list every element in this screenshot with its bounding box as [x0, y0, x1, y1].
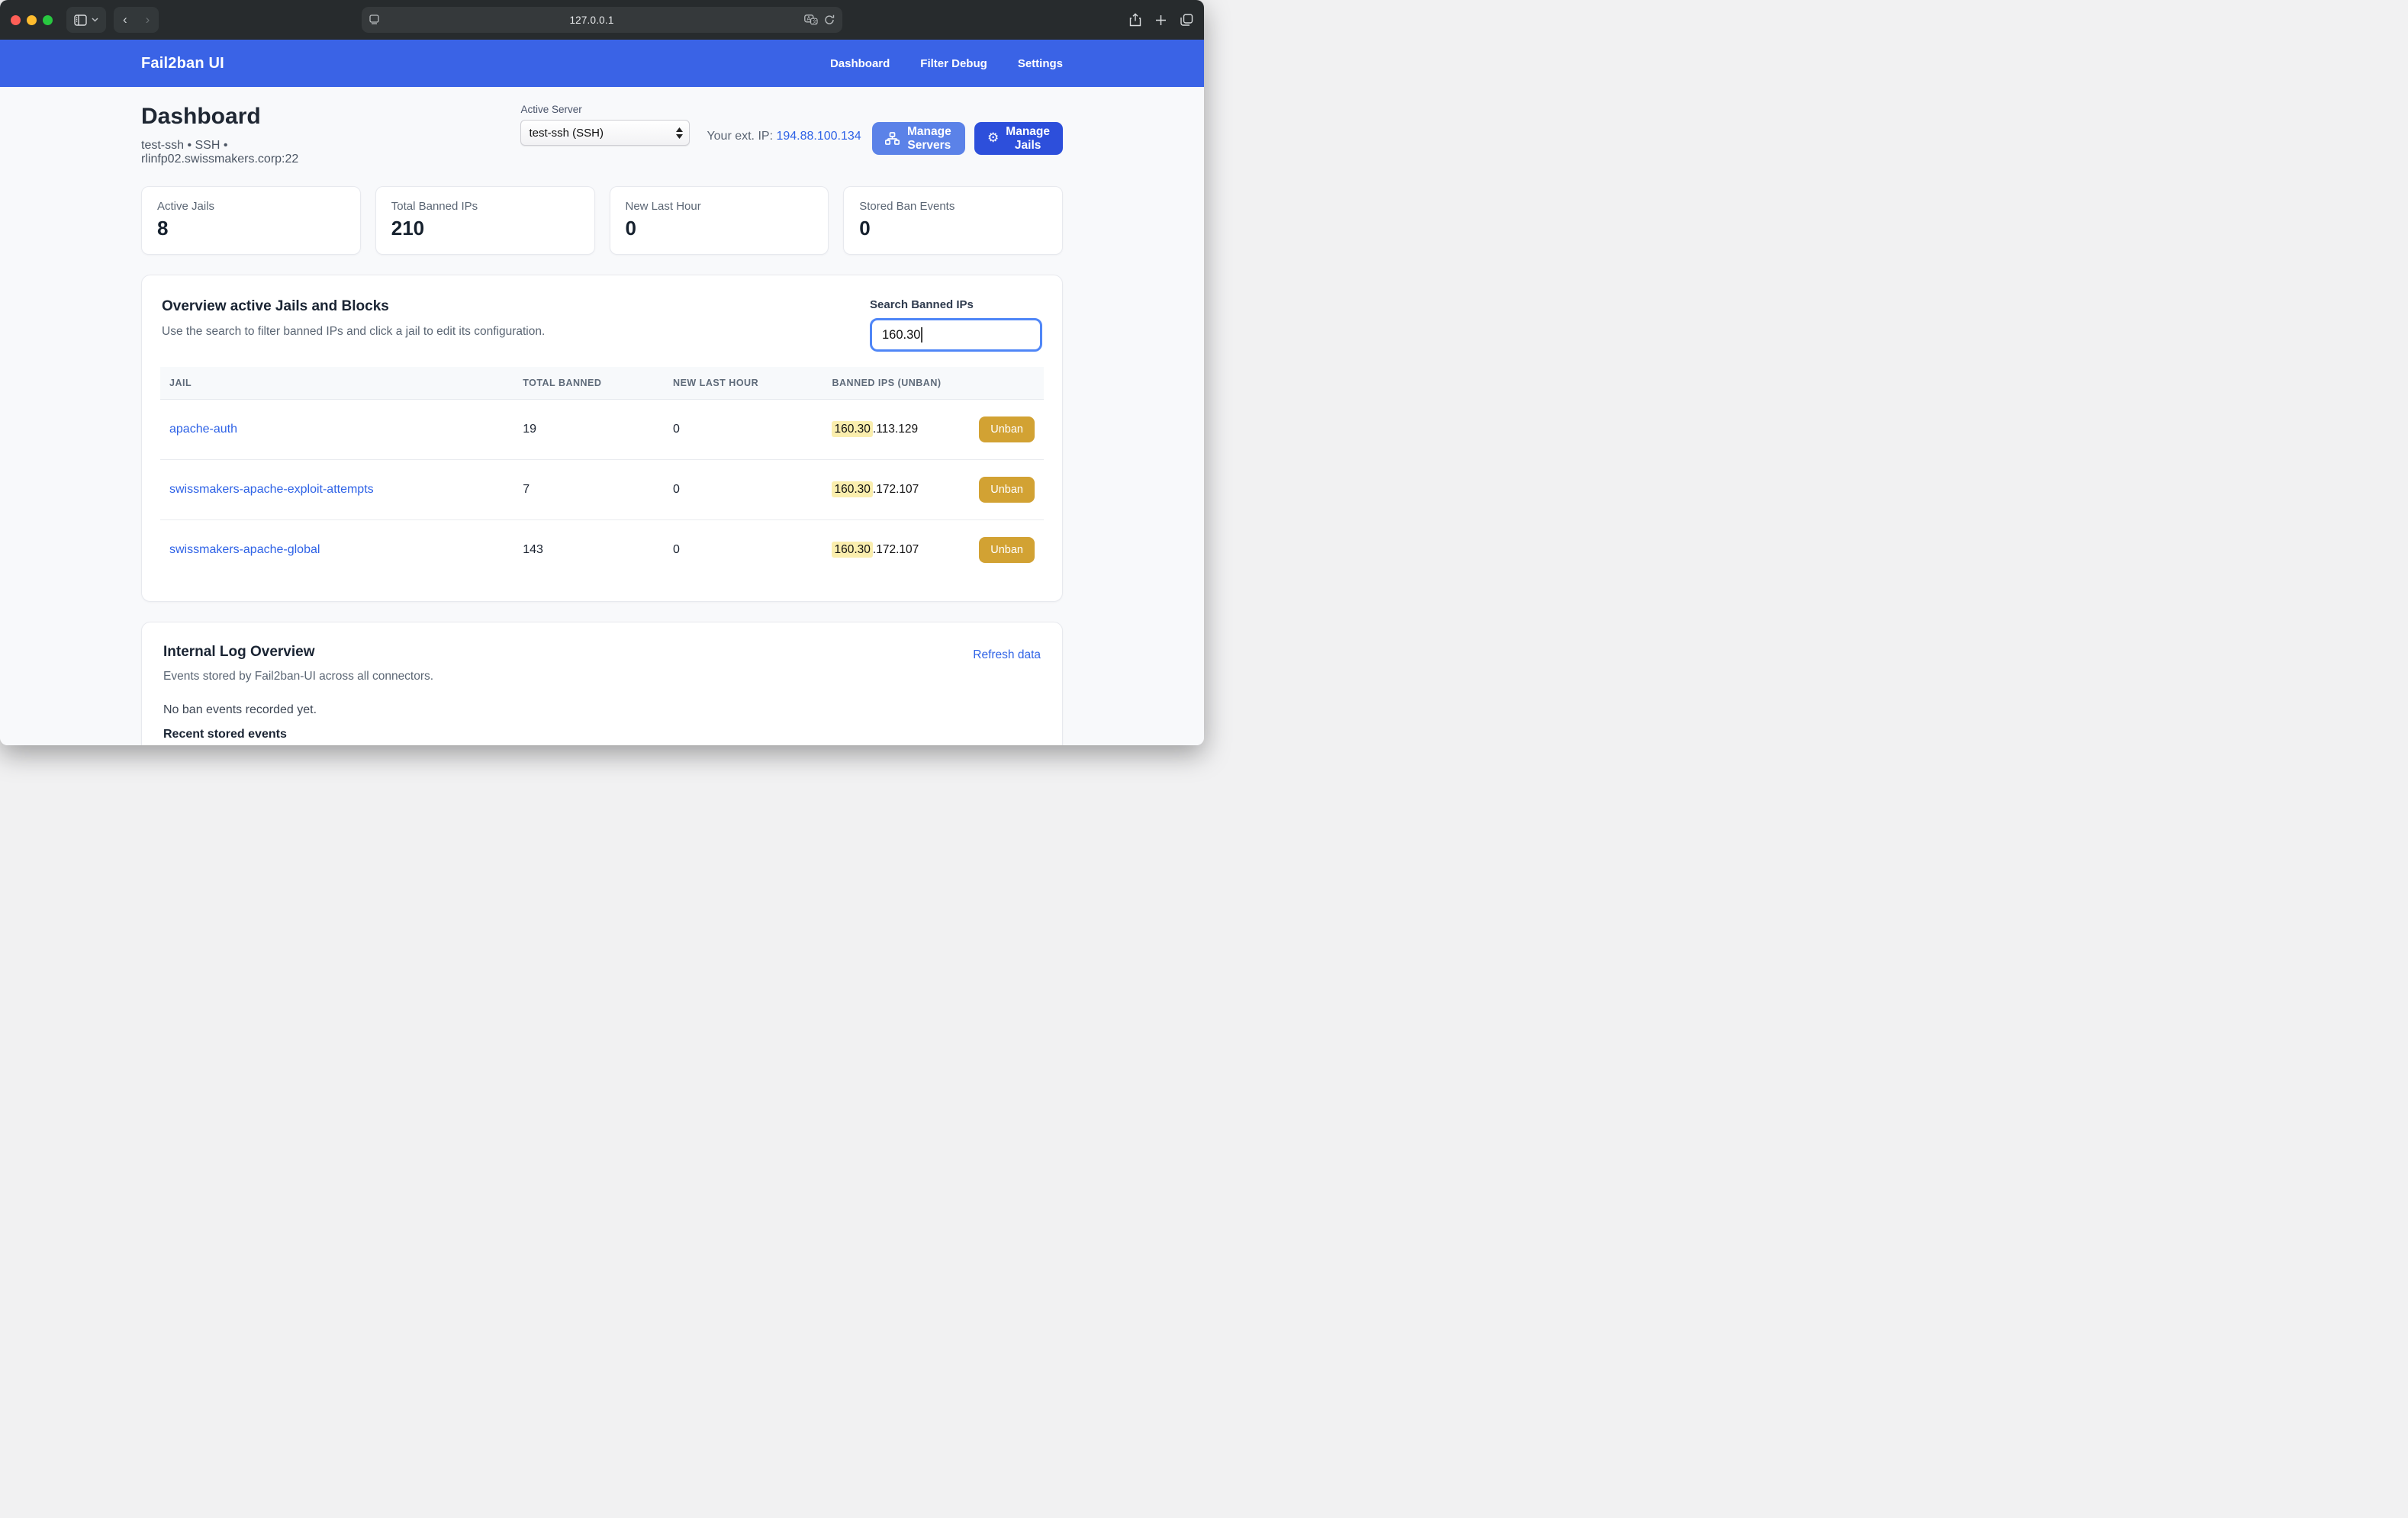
new-last-hour-cell: 0: [664, 520, 823, 581]
manage-jails-button[interactable]: ⚙ Manage Jails: [974, 122, 1063, 155]
table-row: swissmakers-apache-exploit-attempts 7 0 …: [160, 460, 1044, 520]
ip-highlight: 160.30: [832, 481, 872, 497]
recent-stored-events-title: Recent stored events: [163, 728, 1041, 741]
stat-value: 0: [626, 217, 813, 240]
address-bar[interactable]: 127.0.0.1 A 文: [362, 7, 842, 33]
search-input-value: 160.30: [882, 328, 920, 343]
browser-window: ‹ › 127.0.0.1 A 文: [0, 0, 1204, 745]
dashboard-header: Dashboard test-ssh • SSH • rlinfp02.swis…: [141, 104, 1063, 166]
share-icon[interactable]: [1129, 13, 1141, 27]
unban-button[interactable]: Unban: [979, 537, 1035, 563]
zoom-window-button[interactable]: [43, 15, 53, 25]
external-ip: Your ext. IP: 194.88.100.134: [707, 130, 861, 143]
manage-jails-label: Manage Jails: [1006, 125, 1050, 153]
page-subtitle: test-ssh • SSH • rlinfp02.swissmakers.co…: [141, 139, 319, 166]
no-ban-events-text: No ban events recorded yet.: [163, 703, 1041, 717]
log-subtitle: Events stored by Fail2ban-UI across all …: [163, 670, 433, 683]
col-header-new-last-hour: New Last Hour: [664, 367, 823, 400]
ip-highlight: 160.30: [832, 421, 872, 437]
stat-label: Stored Ban Events: [859, 200, 1047, 213]
jails-overview-panel: Overview active Jails and Blocks Use the…: [141, 275, 1063, 602]
unban-button[interactable]: Unban: [979, 416, 1035, 442]
col-header-banned-ips: Banned IPs (Unban): [823, 367, 1044, 400]
stat-value: 210: [391, 217, 579, 240]
sitemap-icon: [885, 132, 900, 145]
table-row: swissmakers-apache-global 143 0 160.30.1…: [160, 520, 1044, 581]
total-banned-cell: 143: [513, 520, 664, 581]
log-title: Internal Log Overview: [163, 644, 433, 661]
stat-value: 8: [157, 217, 345, 240]
stat-label: Active Jails: [157, 200, 345, 213]
jail-link[interactable]: swissmakers-apache-global: [169, 543, 320, 556]
back-button[interactable]: ‹: [114, 12, 137, 27]
unban-button[interactable]: Unban: [979, 477, 1035, 503]
page-title: Dashboard: [141, 104, 319, 130]
search-banned-ips-label: Search Banned IPs: [870, 298, 1042, 311]
nav-link-dashboard[interactable]: Dashboard: [830, 57, 890, 70]
stat-cards: Active Jails 8 Total Banned IPs 210 New …: [141, 186, 1063, 255]
col-header-jail: Jail: [160, 367, 513, 400]
new-last-hour-cell: 0: [664, 400, 823, 460]
table-row: apache-auth 19 0 160.30.113.129 Unban: [160, 400, 1044, 460]
ip-rest: .172.107: [873, 483, 919, 496]
stat-label: New Last Hour: [626, 200, 813, 213]
stat-card-active-jails: Active Jails 8: [141, 186, 361, 255]
forward-button[interactable]: ›: [137, 12, 159, 27]
sidebar-icon: [74, 14, 87, 26]
chevron-down-icon: [92, 18, 98, 22]
ip-highlight: 160.30: [832, 542, 872, 558]
table-header-row: Jail Total Banned New Last Hour Banned I…: [160, 367, 1044, 400]
jail-link[interactable]: swissmakers-apache-exploit-attempts: [169, 483, 374, 496]
app-navbar: Fail2ban UI Dashboard Filter Debug Setti…: [0, 40, 1204, 87]
total-banned-cell: 7: [513, 460, 664, 520]
refresh-data-link[interactable]: Refresh data: [973, 648, 1041, 662]
ip-rest: .172.107: [873, 543, 919, 556]
active-server-value: test-ssh (SSH): [529, 127, 676, 140]
stat-card-new-last-hour: New Last Hour 0: [610, 186, 829, 255]
overview-subtitle: Use the search to filter banned IPs and …: [162, 325, 545, 339]
new-last-hour-cell: 0: [664, 460, 823, 520]
manage-servers-label: Manage Servers: [906, 125, 952, 153]
total-banned-cell: 19: [513, 400, 664, 460]
jails-table: Jail Total Banned New Last Hour Banned I…: [160, 367, 1044, 580]
traffic-lights: [11, 15, 53, 25]
stat-card-total-banned: Total Banned IPs 210: [375, 186, 595, 255]
banned-ip: 160.30.172.107: [832, 483, 919, 497]
sidebar-toggle-button[interactable]: [66, 7, 106, 33]
active-server-label: Active Server: [520, 104, 690, 115]
overview-title: Overview active Jails and Blocks: [162, 298, 545, 315]
gear-icon: ⚙: [987, 132, 999, 145]
search-banned-ips-input[interactable]: 160.30: [870, 318, 1042, 352]
active-server-select[interactable]: test-ssh (SSH): [520, 120, 690, 146]
text-caret: [921, 327, 922, 343]
page-content: Dashboard test-ssh • SSH • rlinfp02.swis…: [0, 87, 1204, 745]
reload-icon[interactable]: [824, 14, 835, 25]
col-header-total-banned: Total Banned: [513, 367, 664, 400]
nav-link-filter-debug[interactable]: Filter Debug: [920, 57, 987, 70]
close-window-button[interactable]: [11, 15, 21, 25]
banned-ip: 160.30.172.107: [832, 543, 919, 557]
history-nav: ‹ ›: [114, 7, 159, 33]
ip-rest: .113.129: [873, 423, 918, 436]
manage-servers-button[interactable]: Manage Servers: [872, 122, 965, 155]
browser-titlebar: ‹ › 127.0.0.1 A 文: [0, 0, 1204, 40]
stat-label: Total Banned IPs: [391, 200, 579, 213]
select-stepper-icon: [676, 127, 683, 139]
banned-ip: 160.30.113.129: [832, 423, 918, 436]
nav-link-settings[interactable]: Settings: [1018, 57, 1063, 70]
jail-link[interactable]: apache-auth: [169, 423, 237, 436]
brand-title: Fail2ban UI: [141, 55, 224, 72]
svg-text:文: 文: [813, 18, 817, 24]
url-text[interactable]: 127.0.0.1: [379, 14, 804, 26]
page-settings-icon[interactable]: [369, 14, 379, 25]
tab-overview-icon[interactable]: [1180, 14, 1193, 26]
external-ip-label: Your ext. IP:: [707, 130, 773, 143]
stat-card-stored-ban-events: Stored Ban Events 0: [843, 186, 1063, 255]
internal-log-panel: Internal Log Overview Events stored by F…: [141, 622, 1063, 745]
new-tab-icon[interactable]: [1155, 14, 1167, 26]
translate-icon[interactable]: A 文: [804, 14, 818, 25]
external-ip-value[interactable]: 194.88.100.134: [776, 130, 861, 143]
minimize-window-button[interactable]: [27, 15, 37, 25]
stat-value: 0: [859, 217, 1047, 240]
